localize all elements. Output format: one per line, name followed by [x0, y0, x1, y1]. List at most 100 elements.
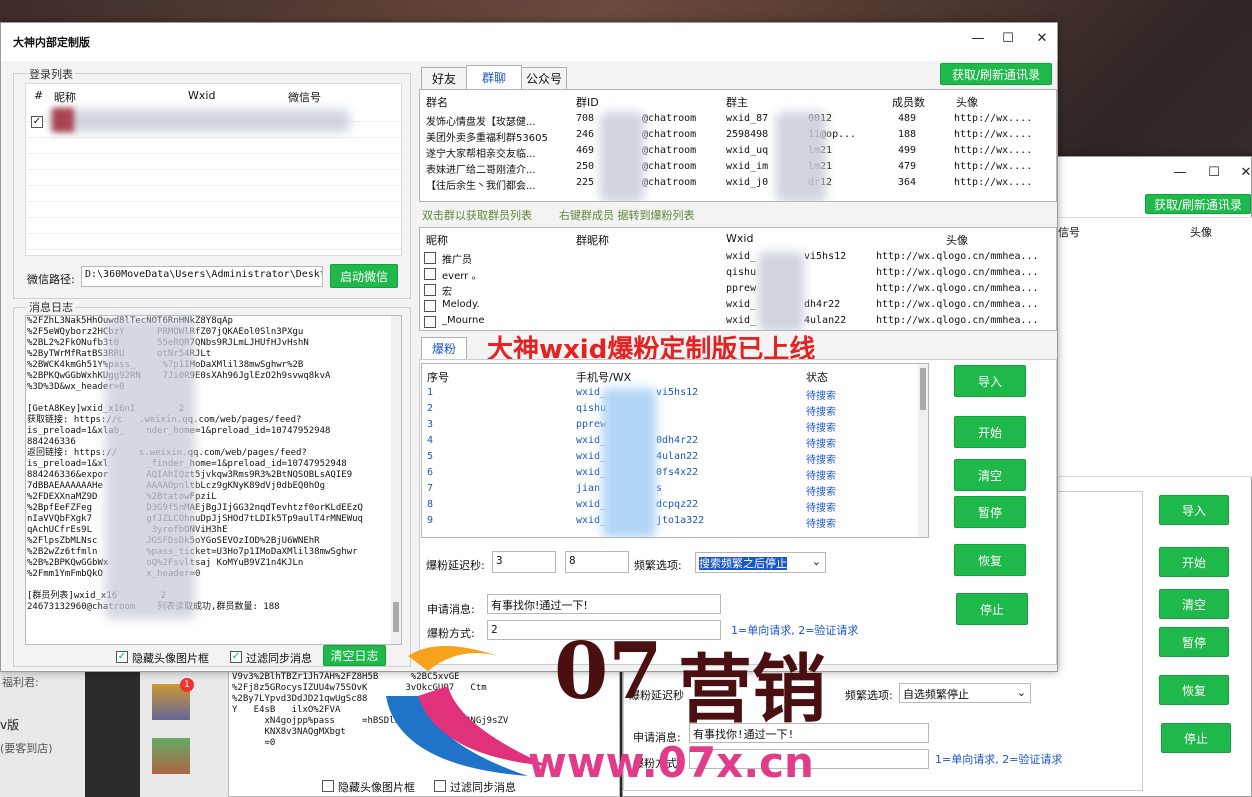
- filter-sync-checkbox[interactable]: ✓: [230, 651, 242, 663]
- blurred-log-region: [105, 319, 195, 619]
- table-row[interactable]: 4 wxid_ 0dh4r22 待搜索: [422, 434, 928, 450]
- start-wechat-button[interactable]: 启动微信: [330, 264, 398, 288]
- delay-min-input[interactable]: 3: [492, 551, 556, 573]
- refresh-contacts-button[interactable]: 获取/刷新通讯录: [1145, 194, 1251, 214]
- table-cell: http://wx.qlogo.cn/mmhea...: [876, 315, 1039, 326]
- scrollbar-thumb[interactable]: [920, 368, 926, 410]
- tab-groups[interactable]: 群聊: [466, 65, 522, 89]
- delay-max-input[interactable]: 8: [565, 551, 629, 573]
- table-row[interactable]: Melody. wxid_ dh4r22 http://wx.qlogo.cn/mmh…: [420, 298, 1056, 314]
- table-cell: 499: [898, 145, 917, 156]
- log-line: %2FlpsZbMLNsc JGSFDsDk5oYGoSEVOzIOD%2BjU…: [27, 536, 320, 546]
- stop-button[interactable]: 停止: [956, 593, 1028, 625]
- close-button[interactable]: ✕: [1027, 23, 1057, 53]
- table-cell: @chatroom: [642, 113, 697, 124]
- table-row[interactable]: 宏 pprew http://wx.qlogo.cn/mmhea...: [420, 282, 1056, 298]
- start-button[interactable]: 开始: [954, 416, 1026, 448]
- login-table: # 昵称 Wxid 微信号 ✓: [25, 83, 402, 256]
- table-row[interactable]: 发饰心情盘发【玫瑟健...708@chatroomwxid_870012489h…: [420, 112, 1056, 128]
- clear-log-button[interactable]: 清空日志: [323, 645, 386, 666]
- freq-select[interactable]: 自选频繁停止 ⌄: [899, 683, 1031, 703]
- apply-msg-input[interactable]: 有事找你!通过一下!: [487, 594, 721, 614]
- log-line: %2FDEXXnaMZ9D %2BtatowFpziL: [27, 492, 217, 502]
- login-select-checkbox[interactable]: ✓: [31, 116, 43, 128]
- import-button[interactable]: 导入: [1159, 495, 1229, 525]
- table-row[interactable]: 6 wxid_ 0fs4x22 待搜索: [422, 466, 928, 482]
- freq-label: 频繁选项:: [634, 559, 682, 572]
- maximize-button[interactable]: ☐: [1199, 157, 1229, 187]
- table-cell: wxid_j0: [726, 177, 769, 188]
- column-header: 状态: [806, 371, 828, 384]
- minimize-button[interactable]: —: [963, 23, 993, 53]
- member-checkbox[interactable]: [424, 300, 436, 312]
- table-cell: 发饰心情盘发【玫瑟健...: [426, 117, 536, 128]
- start-button[interactable]: 开始: [1159, 547, 1229, 577]
- table-row[interactable]: 1 wxid_ vi5hs12 待搜索: [422, 386, 928, 402]
- resume-button[interactable]: 恢复: [1159, 675, 1229, 705]
- hide-avatar-checkbox[interactable]: ✓: [116, 651, 128, 663]
- pause-button[interactable]: 暂停: [1159, 627, 1229, 657]
- tab-official-accounts[interactable]: 公众号: [521, 67, 567, 89]
- table-cell: wxid_: [726, 315, 757, 326]
- minimize-button[interactable]: —: [1165, 157, 1195, 187]
- close-button[interactable]: ✕: [1231, 157, 1252, 187]
- column-header: 信号: [1058, 226, 1080, 239]
- log-line: %2B%2BPKQwGGbWx oQ%2Fsvltsaj KoMYuB9VZ1n…: [27, 558, 304, 568]
- refresh-contacts-button[interactable]: 获取/刷新通讯录: [940, 63, 1052, 85]
- log-line: [群员列表]wxid_x16 2: [27, 591, 166, 601]
- title-bar: 大神内部定制版: [1, 23, 1057, 61]
- table-cell: 待搜索: [806, 455, 836, 466]
- column-header: 群名: [426, 96, 448, 109]
- blurred-wxid: [758, 252, 804, 330]
- left-panel-item: 福利君:: [2, 676, 39, 689]
- table-cell: 250: [576, 161, 595, 172]
- column-header: 手机号/WX: [576, 371, 632, 384]
- watermark-number: 07: [554, 626, 663, 717]
- wechat-path-input[interactable]: D:\360MoveData\Users\Administrator\Deskt: [81, 266, 323, 287]
- table-cell: 8: [427, 499, 434, 510]
- table-cell: 4ulan22: [656, 451, 699, 462]
- table-row[interactable]: 美团外卖多重福利群53605 246 @chatroom 2598498 11@op..…: [420, 128, 1056, 144]
- column-header: 群昵称: [576, 234, 609, 247]
- table-cell: 225: [576, 177, 595, 188]
- apply-msg-label: 申请消息:: [427, 603, 475, 616]
- maximize-button[interactable]: ☐: [993, 23, 1023, 53]
- log-scrollbar[interactable]: [391, 316, 401, 644]
- boost-scrollbar[interactable]: [918, 364, 928, 537]
- table-row[interactable]: 2 qishu 待搜索: [422, 402, 928, 418]
- column-header: Wxid: [188, 89, 216, 102]
- pause-button[interactable]: 暂停: [954, 496, 1026, 528]
- table-row[interactable]: 推广员 wxid_ vi5hs12 http://wx.qlogo.cn/mmhea.…: [420, 250, 1056, 266]
- stop-button[interactable]: 停止: [1161, 723, 1231, 753]
- tab-friends[interactable]: 好友: [421, 67, 467, 89]
- table-row[interactable]: 9 wxid_ jto1a322 待搜索: [422, 514, 928, 530]
- clear-button[interactable]: 清空: [954, 459, 1026, 491]
- freq-select[interactable]: 搜索频繁之后停止 ⌄: [695, 552, 826, 573]
- member-checkbox[interactable]: [424, 252, 436, 264]
- chevron-down-icon: ⌄: [1016, 686, 1026, 699]
- hide-avatar-checkbox[interactable]: [322, 780, 334, 792]
- table-cell: 9: [427, 515, 434, 526]
- import-button[interactable]: 导入: [954, 365, 1026, 397]
- log-line: %2BWCK4kmGh51Y%pass_ %7p1IMoDaXMlil38mwS…: [27, 360, 304, 370]
- table-row[interactable]: 5 wxid_ 4ulan22 待搜索: [422, 450, 928, 466]
- member-checkbox[interactable]: [424, 316, 436, 328]
- member-checkbox[interactable]: [424, 284, 436, 296]
- table-cell: 4: [427, 435, 434, 446]
- table-row[interactable]: 遂宁大家帮相亲交友临...469@chatroomwxid_uqlm21499h…: [420, 144, 1056, 160]
- table-row[interactable]: everr 。 qishu http://wx.qlogo.cn/mmhea...: [420, 266, 1056, 282]
- table-row[interactable]: 3 pprew 待搜索: [422, 418, 928, 434]
- table-row[interactable]: 7 jian s 待搜索: [422, 482, 928, 498]
- table-cell: _Mourne: [442, 315, 485, 326]
- column-header: 成员数: [892, 96, 925, 109]
- tab-boost[interactable]: 爆粉: [421, 337, 467, 359]
- table-row[interactable]: 8 wxid_ dcpqz22 待搜索: [422, 498, 928, 514]
- chat-avatar[interactable]: [152, 738, 190, 774]
- member-checkbox[interactable]: [424, 268, 436, 280]
- table-row[interactable]: 【往后余生丶我们都会...225@chatroomwxid_j0dr12364h…: [420, 176, 1056, 192]
- resume-button[interactable]: 恢复: [954, 544, 1026, 576]
- table-cell: 7: [427, 483, 434, 494]
- table-row[interactable]: 表妹进厂给二哥刚渣介...250@chatroomwxid_imlm21479h…: [420, 160, 1056, 176]
- table-row[interactable]: _Mourne wxid_ 4ulan22 http://wx.qlogo.cn/mm…: [420, 314, 1056, 330]
- clear-button[interactable]: 清空: [1159, 589, 1229, 619]
